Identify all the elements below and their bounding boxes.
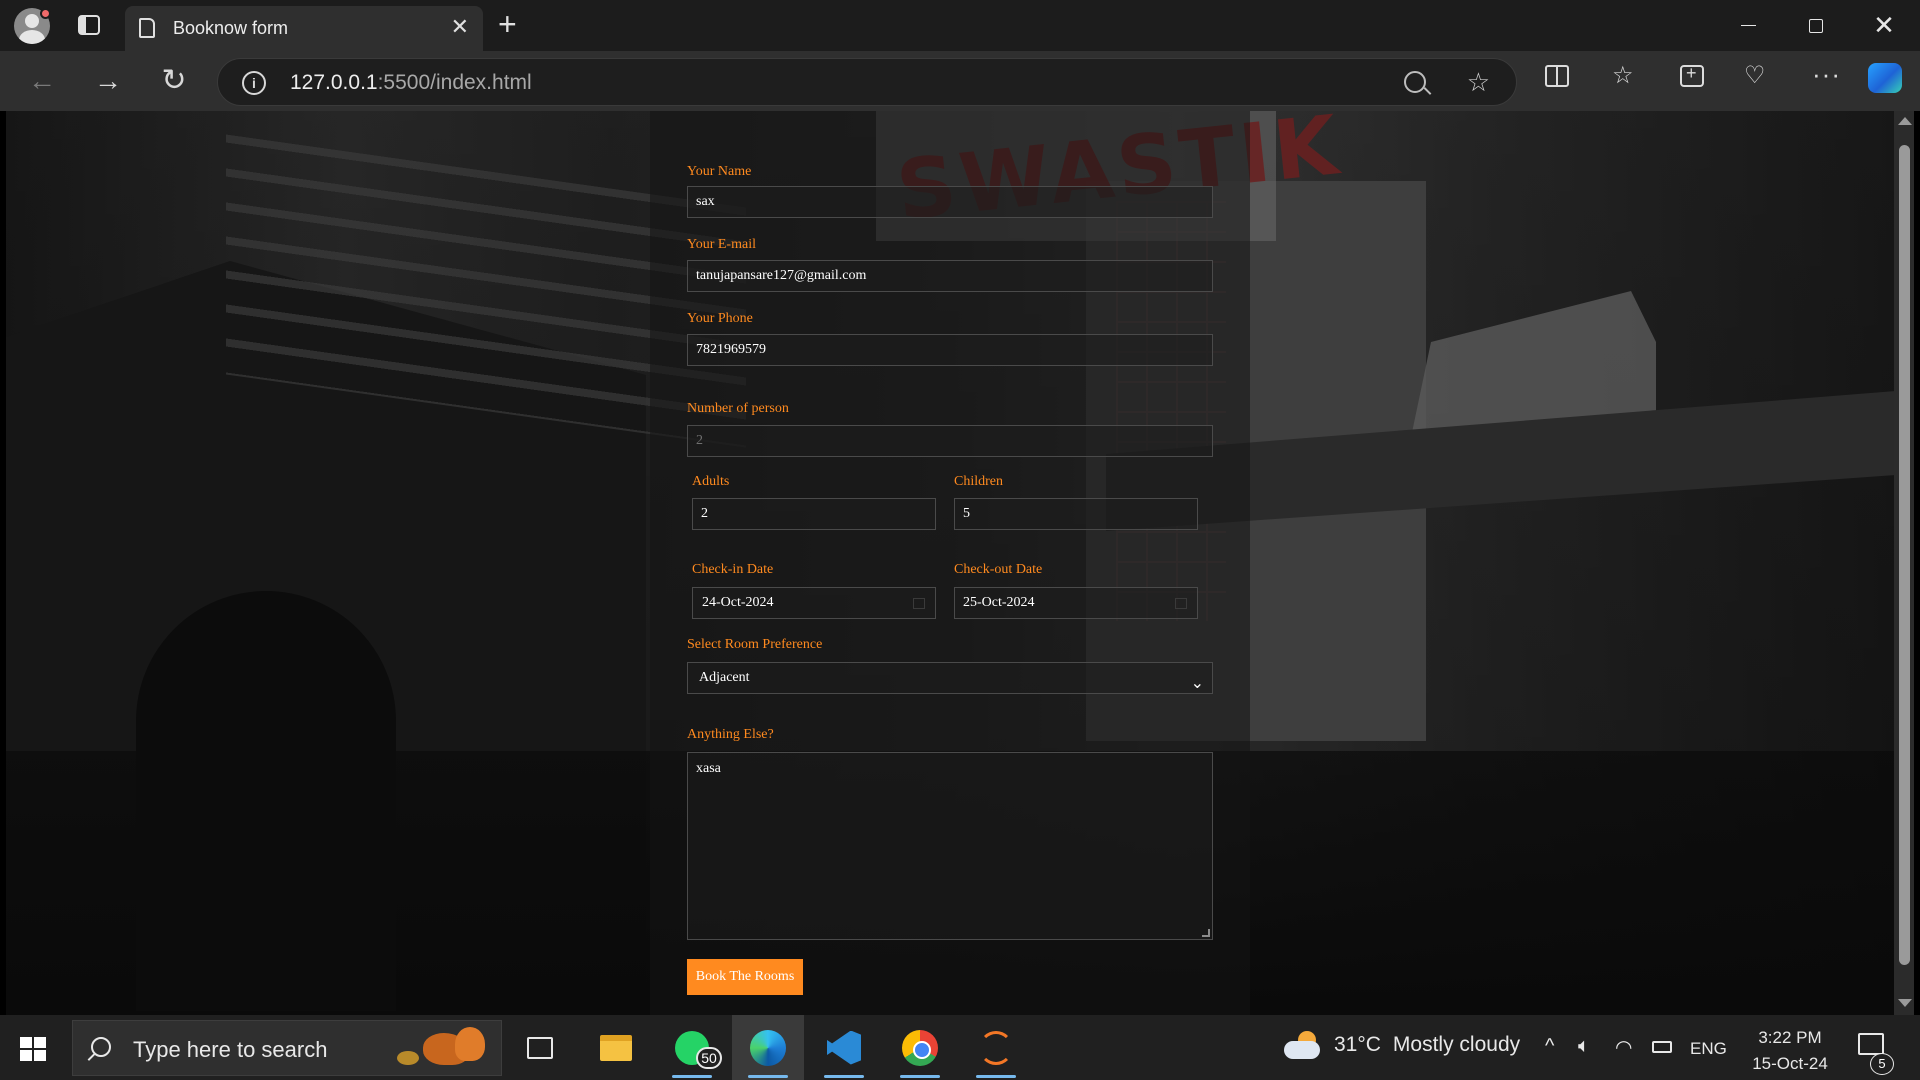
vscode-icon [827, 1030, 861, 1065]
checkout-date-input[interactable]: 25-Oct-2024 [954, 587, 1198, 619]
edge-icon [750, 1029, 786, 1066]
page-icon [139, 18, 155, 38]
search-highlight-illustration[interactable] [393, 1027, 493, 1071]
browser-toolbar: ← → ↻ i 127.0.0.1:5500/index.html ☆ ☆ ♡ … [0, 51, 1920, 111]
scroll-thumb[interactable] [1899, 145, 1910, 965]
phone-label: Your Phone [687, 311, 753, 326]
taskbar-search-box[interactable]: Type here to search [72, 1020, 502, 1076]
calendar-icon[interactable] [1175, 598, 1187, 609]
weather-widget[interactable]: 31°C Mostly cloudy [1284, 1031, 1520, 1059]
browser-tab-strip: Booknow form ✕ + ✕ [0, 0, 1920, 51]
notes-label: Anything Else? [687, 727, 774, 742]
windows-taskbar: Type here to search 50 31°C Mostly cloud… [0, 1015, 1920, 1080]
notification-count-badge: 5 [1870, 1053, 1894, 1075]
show-hidden-icons-chevron-icon[interactable]: ^ [1545, 1035, 1554, 1058]
task-view-button[interactable] [504, 1015, 576, 1080]
checkin-label: Check-in Date [692, 562, 774, 577]
children-input[interactable]: 5 [954, 498, 1198, 530]
jupyter-icon [979, 1030, 1013, 1065]
minimize-button[interactable] [1714, 0, 1782, 51]
split-screen-icon[interactable] [1545, 65, 1569, 87]
book-rooms-button[interactable]: Book The Rooms [687, 959, 803, 995]
resize-handle-icon[interactable] [1202, 929, 1210, 937]
whatsapp-badge: 50 [696, 1047, 722, 1069]
task-view-icon [527, 1036, 553, 1059]
folder-icon [600, 1034, 632, 1061]
volume-icon[interactable]: 🔈︎ [1578, 1035, 1590, 1058]
tab-actions-icon[interactable] [78, 15, 100, 35]
url-path: :5500/index.html [377, 71, 532, 94]
name-label: Your Name [687, 164, 752, 179]
partly-cloudy-icon [1284, 1031, 1322, 1059]
notes-textarea[interactable]: xasa [687, 752, 1213, 940]
weather-temperature: 31°C [1334, 1033, 1381, 1056]
browser-essentials-icon[interactable]: ♡ [1744, 61, 1766, 90]
profile-notification-dot [40, 8, 51, 19]
page-viewport: SWASTIK Your Name sax Your E-mail tanuja… [6, 111, 1894, 1015]
windows-start-button[interactable] [20, 1037, 46, 1061]
room-preference-value: Adjacent [699, 670, 750, 685]
adults-label: Adults [692, 474, 730, 489]
clock-time: 3:22 PM [1758, 1028, 1822, 1047]
phone-input[interactable]: 7821969579 [687, 334, 1213, 366]
tab-title: Booknow form [173, 18, 289, 38]
copilot-icon[interactable] [1868, 63, 1902, 93]
children-label: Children [954, 474, 1003, 489]
url-text[interactable]: 127.0.0.1:5500/index.html [290, 71, 532, 95]
chrome-button[interactable] [884, 1015, 956, 1080]
adults-input[interactable]: 2 [692, 498, 936, 530]
new-tab-button[interactable]: + [498, 8, 517, 40]
checkin-date-input[interactable]: 24-Oct-2024 [692, 587, 936, 619]
email-label: Your E-mail [687, 237, 756, 252]
room-preference-select[interactable]: Adjacent ⌄ [687, 662, 1213, 694]
persons-label: Number of person [687, 401, 789, 416]
site-info-icon[interactable]: i [242, 71, 266, 95]
vscode-button[interactable] [808, 1015, 880, 1080]
email-input[interactable]: tanujapansare127@gmail.com [687, 260, 1213, 292]
close-tab-icon[interactable]: ✕ [451, 16, 469, 38]
scroll-down-arrow-icon[interactable] [1898, 999, 1912, 1007]
battery-icon[interactable] [1652, 1041, 1672, 1053]
chrome-icon [902, 1029, 938, 1066]
zoom-icon[interactable] [1404, 71, 1426, 93]
edge-button[interactable] [732, 1015, 804, 1080]
restore-button[interactable] [1782, 0, 1850, 51]
calendar-icon[interactable] [913, 598, 925, 609]
whatsapp-button[interactable]: 50 [656, 1015, 728, 1080]
favorites-icon[interactable]: ☆ [1612, 61, 1634, 90]
notifications-icon[interactable] [1858, 1033, 1884, 1055]
more-menu-icon[interactable]: ··· [1812, 59, 1841, 90]
file-explorer-button[interactable] [580, 1015, 652, 1080]
url-host: 127.0.0.1 [290, 71, 378, 94]
address-bar[interactable]: i 127.0.0.1:5500/index.html ☆ [217, 58, 1517, 106]
favorite-star-icon[interactable]: ☆ [1467, 67, 1490, 98]
language-indicator[interactable]: ENG [1690, 1039, 1727, 1059]
background-arch [136, 591, 396, 1011]
notes-value: xasa [696, 761, 721, 776]
search-icon [91, 1037, 111, 1057]
room-preference-label: Select Room Preference [687, 637, 823, 652]
name-input[interactable]: sax [687, 186, 1213, 218]
wifi-icon[interactable]: ◠ [1615, 1035, 1632, 1060]
weather-description: Mostly cloudy [1392, 1033, 1521, 1056]
checkin-date-value: 24-Oct-2024 [702, 595, 774, 610]
forward-button[interactable]: → [88, 61, 128, 101]
clock-date: 15-Oct-24 [1752, 1054, 1828, 1073]
jupyter-button[interactable] [960, 1015, 1032, 1080]
checkout-date-value: 25-Oct-2024 [963, 595, 1035, 610]
reload-button[interactable]: ↻ [154, 61, 194, 101]
search-placeholder: Type here to search [133, 1037, 328, 1062]
page-scrollbar[interactable] [1894, 111, 1914, 1015]
chevron-down-icon: ⌄ [1190, 675, 1204, 692]
scroll-up-arrow-icon[interactable] [1898, 117, 1912, 125]
tab-booknow-form[interactable]: Booknow form ✕ [125, 6, 483, 51]
checkout-label: Check-out Date [954, 562, 1043, 577]
back-button[interactable]: ← [22, 61, 62, 101]
system-clock[interactable]: 3:22 PM 15-Oct-24 [1740, 1025, 1840, 1077]
close-window-button[interactable]: ✕ [1850, 0, 1918, 51]
persons-input: 2 [687, 425, 1213, 457]
collections-icon[interactable] [1680, 63, 1704, 87]
